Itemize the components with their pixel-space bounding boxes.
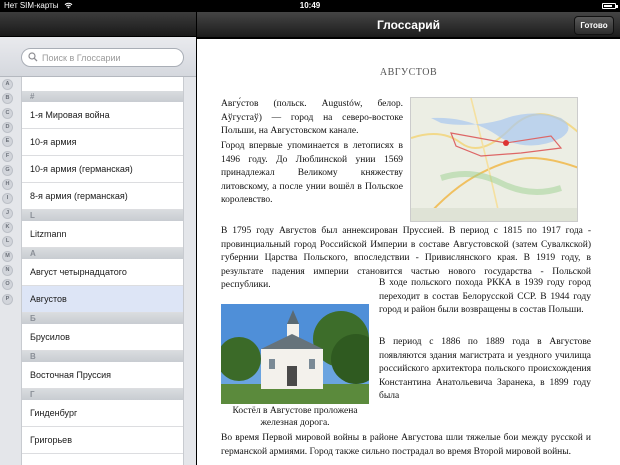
search-input[interactable] bbox=[42, 51, 180, 64]
list-section-header: А bbox=[22, 248, 183, 259]
index-letter-p[interactable]: P bbox=[2, 293, 13, 305]
status-time: 10:49 bbox=[299, 1, 321, 10]
list-item[interactable]: 10-я армия bbox=[22, 129, 183, 156]
article-paragraph-1: Авгу́стов (польск. Augustów, белор. Аўгу… bbox=[221, 99, 403, 137]
index-letter-e[interactable]: E bbox=[2, 136, 13, 148]
list-item[interactable]: Гинденбург bbox=[22, 400, 183, 427]
glossary-list: #1-я Мировая война 10-я армия 10-я армия (… bbox=[21, 77, 184, 465]
list-item[interactable]: Август четырнадцатого bbox=[22, 259, 183, 286]
list-item-selected[interactable]: Августов bbox=[22, 286, 183, 313]
article-paragraph-2: Город впервые упоминается в летописях в … bbox=[221, 141, 403, 206]
sidebar-nav-bar bbox=[0, 12, 196, 37]
index-letter-l[interactable]: L bbox=[2, 236, 13, 248]
status-bar: Нет SIM-карты 10:49 bbox=[0, 0, 620, 12]
index-letter-a[interactable]: A bbox=[2, 79, 13, 90]
article-paragraph-4: В ходе польского похода РККА в 1939 году… bbox=[379, 278, 591, 316]
index-letter-g[interactable]: G bbox=[2, 164, 13, 176]
list-item[interactable]: 10-я армия (германская) bbox=[22, 156, 183, 183]
list-item[interactable]: 1-я Мировая война bbox=[22, 102, 183, 129]
article-content: АВГУСТОВ Авгу́стов (польск. Augustów, бе… bbox=[197, 39, 620, 465]
article-title: АВГУСТОВ bbox=[379, 67, 438, 78]
section-index[interactable]: ABCDEFGHIJKLMNOP bbox=[0, 77, 16, 465]
battery-icon bbox=[602, 3, 618, 9]
index-letter-f[interactable]: F bbox=[2, 150, 13, 162]
index-letter-i[interactable]: I bbox=[2, 193, 13, 205]
done-button[interactable]: Готово bbox=[574, 16, 614, 35]
article-paragraph-5: В период с 1886 по 1889 года в Августове… bbox=[379, 337, 591, 402]
list-section-header: Г bbox=[22, 389, 183, 400]
article-paragraph-6: Во время Первой мировой войны в районе А… bbox=[221, 433, 591, 457]
article-nav-bar: Глоссарий Готово bbox=[197, 12, 620, 38]
glossary-sidebar: ABCDEFGHIJKLMNOP #1-я Мировая война10-я … bbox=[0, 12, 196, 465]
map-image bbox=[410, 97, 578, 222]
search-icon bbox=[28, 52, 38, 62]
index-letter-j[interactable]: J bbox=[2, 207, 13, 219]
index-letter-o[interactable]: O bbox=[2, 279, 13, 291]
index-letter-b[interactable]: B bbox=[2, 93, 13, 105]
list-section-header: # bbox=[22, 91, 183, 102]
index-letter-k[interactable]: K bbox=[2, 222, 13, 233]
index-letter-c[interactable]: C bbox=[2, 107, 13, 119]
list-item[interactable]: Григорьев bbox=[22, 427, 183, 454]
index-letter-m[interactable]: M bbox=[2, 250, 13, 262]
list-item[interactable]: Litzmann bbox=[22, 221, 183, 248]
index-letter-n[interactable]: N bbox=[2, 264, 13, 276]
photo-caption: Костёл в Августове проложена железная до… bbox=[232, 406, 358, 428]
index-letter-d[interactable]: D bbox=[2, 121, 13, 133]
index-letter-h[interactable]: H bbox=[2, 179, 13, 191]
list-item[interactable]: Восточная Пруссия bbox=[22, 362, 183, 389]
page-title: Глоссарий bbox=[376, 18, 441, 32]
list-item[interactable]: Брусилов bbox=[22, 324, 183, 351]
search-field[interactable] bbox=[21, 48, 184, 67]
list-section-header: Б bbox=[22, 313, 183, 324]
list-section-header: В bbox=[22, 351, 183, 362]
list-item[interactable]: 8-я армия (германская) bbox=[22, 183, 183, 210]
list-section-header: L bbox=[22, 210, 183, 221]
church-photo bbox=[221, 304, 369, 404]
search-bar bbox=[0, 37, 196, 77]
